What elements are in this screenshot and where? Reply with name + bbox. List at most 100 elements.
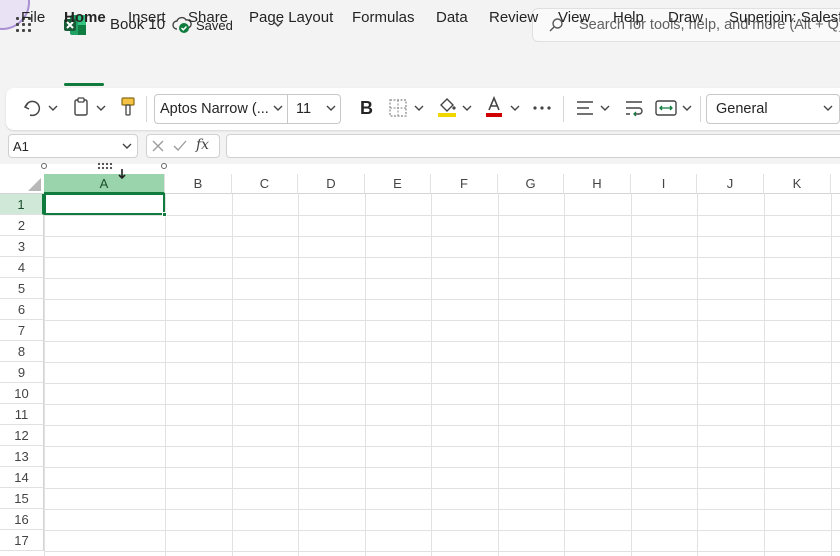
row-header-16[interactable]: 16 — [0, 509, 44, 530]
ribbon-separator — [563, 96, 564, 122]
row-header-12[interactable]: 12 — [0, 425, 44, 446]
column-header-c[interactable]: C — [232, 174, 298, 194]
font-size-chevron-icon[interactable] — [325, 103, 337, 113]
grid-line — [697, 194, 698, 556]
tab-help[interactable]: Help — [613, 9, 644, 26]
tab-draw[interactable]: Draw — [668, 9, 703, 26]
column-drag-handle-icon[interactable] — [97, 162, 113, 170]
row-header-8[interactable]: 8 — [0, 341, 44, 362]
tab-view[interactable]: View — [558, 9, 590, 26]
font-size-value: 11 — [296, 101, 312, 117]
align-icon[interactable] — [575, 99, 595, 117]
tab-formulas[interactable]: Formulas — [352, 9, 415, 26]
resize-handle-right-icon[interactable] — [160, 162, 168, 170]
row-header-2[interactable]: 2 — [0, 215, 44, 236]
row-header-13[interactable]: 13 — [0, 446, 44, 467]
merge-dropdown-icon[interactable] — [681, 103, 693, 113]
more-options-icon[interactable] — [532, 104, 552, 112]
row-header-14[interactable]: 14 — [0, 467, 44, 488]
format-painter-icon[interactable] — [119, 96, 137, 118]
tab-data[interactable]: Data — [436, 9, 468, 26]
undo-dropdown-icon[interactable] — [47, 103, 59, 113]
name-box-value: A1 — [13, 139, 29, 154]
grid-line — [44, 278, 840, 279]
tab-page-layout[interactable]: Page Layout — [249, 9, 333, 26]
name-box-chevron-icon[interactable] — [121, 141, 133, 151]
grid-line — [365, 194, 366, 556]
formula-input[interactable] — [226, 134, 840, 158]
column-header-j[interactable]: J — [697, 174, 764, 194]
column-header-a[interactable]: A — [44, 174, 165, 194]
fill-color-dropdown-icon[interactable] — [461, 103, 473, 113]
tab-review[interactable]: Review — [489, 9, 538, 26]
grid-line — [44, 236, 840, 237]
row-header-9[interactable]: 9 — [0, 362, 44, 383]
font-color-dropdown-icon[interactable] — [509, 103, 521, 113]
active-cell-a1[interactable] — [44, 193, 165, 215]
borders-icon[interactable] — [389, 99, 407, 117]
row-header-15[interactable]: 15 — [0, 488, 44, 509]
tab-share[interactable]: Share — [188, 9, 228, 26]
grid-line — [431, 194, 432, 556]
grid-line — [564, 194, 565, 556]
font-name-chevron-icon[interactable] — [272, 103, 284, 113]
font-name-value: Aptos Narrow (... — [160, 101, 269, 117]
grid-line — [165, 194, 166, 556]
grid-line — [44, 320, 840, 321]
row-header-17[interactable]: 17 — [0, 530, 44, 551]
grid-line — [44, 509, 840, 510]
column-header-i[interactable]: I — [631, 174, 697, 194]
grid-line — [44, 299, 840, 300]
column-header-e[interactable]: E — [365, 174, 431, 194]
fill-color-icon[interactable] — [437, 96, 457, 118]
column-header-d[interactable]: D — [298, 174, 365, 194]
grid-line — [44, 383, 840, 384]
row-header-4[interactable]: 4 — [0, 257, 44, 278]
grid-line — [44, 488, 840, 489]
paste-dropdown-icon[interactable] — [95, 103, 107, 113]
merge-cells-icon[interactable] — [655, 99, 677, 117]
select-column-arrow-icon — [118, 169, 126, 180]
row-header-11[interactable]: 11 — [0, 404, 44, 425]
grid-line — [44, 425, 840, 426]
column-header-h[interactable]: H — [564, 174, 631, 194]
borders-dropdown-icon[interactable] — [413, 103, 425, 113]
row-header-7[interactable]: 7 — [0, 320, 44, 341]
grid-line — [764, 194, 765, 556]
cancel-entry-icon[interactable] — [151, 139, 165, 153]
grid-line — [631, 194, 632, 556]
column-header-b[interactable]: B — [165, 174, 232, 194]
select-all-button[interactable] — [28, 178, 41, 191]
wrap-text-icon[interactable] — [624, 99, 644, 117]
number-format-value: General — [716, 101, 768, 117]
fill-handle[interactable] — [162, 212, 167, 217]
grid-line — [44, 257, 840, 258]
confirm-entry-icon[interactable] — [172, 139, 188, 153]
clipboard-paste-icon[interactable] — [72, 97, 90, 117]
bold-button[interactable]: B — [360, 98, 373, 119]
ribbon-separator — [146, 96, 147, 122]
grid-line — [44, 404, 840, 405]
tab-superjoin[interactable]: Superjoin: Salesforce — [729, 9, 840, 26]
row-header-5[interactable]: 5 — [0, 278, 44, 299]
row-header-3[interactable]: 3 — [0, 236, 44, 257]
row-header-6[interactable]: 6 — [0, 299, 44, 320]
spreadsheet-grid[interactable] — [0, 164, 840, 556]
active-tab-indicator — [64, 83, 104, 86]
resize-handle-left-icon[interactable] — [40, 162, 48, 170]
tab-home[interactable]: Home — [64, 9, 106, 26]
tab-insert[interactable]: Insert — [128, 9, 166, 26]
grid-line — [44, 341, 840, 342]
grid-line — [498, 194, 499, 556]
undo-icon[interactable] — [22, 98, 42, 118]
column-header-k[interactable]: K — [764, 174, 831, 194]
number-format-chevron-icon[interactable] — [822, 103, 834, 113]
column-header-f[interactable]: F — [431, 174, 498, 194]
row-header-1[interactable]: 1 — [0, 194, 44, 215]
align-dropdown-icon[interactable] — [599, 103, 611, 113]
column-header-g[interactable]: G — [498, 174, 564, 194]
insert-function-button[interactable]: fx — [196, 137, 209, 153]
font-color-icon[interactable] — [485, 96, 503, 118]
tab-file[interactable]: File — [21, 9, 45, 26]
row-header-10[interactable]: 10 — [0, 383, 44, 404]
